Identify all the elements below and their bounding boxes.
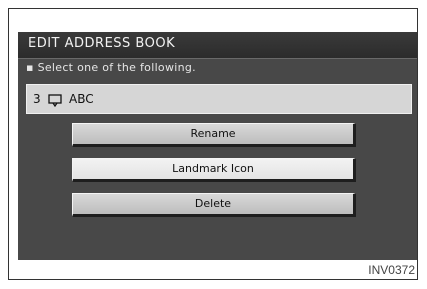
screen-title: EDIT ADDRESS BOOK — [28, 36, 176, 51]
entry-number: 3 — [33, 92, 41, 106]
rename-button[interactable]: Rename — [72, 123, 356, 147]
bullet-icon: ▪ — [26, 61, 38, 74]
delete-button[interactable]: Delete — [72, 193, 356, 217]
instruction-text: ▪ Select one of the following. — [26, 61, 196, 74]
figure-code: INV0372 — [368, 263, 415, 277]
landmark-icon-button[interactable]: Landmark Icon — [72, 158, 356, 182]
instruction-label: Select one of the following. — [37, 61, 196, 74]
address-entry: 3 ABC — [26, 84, 412, 114]
landmark-icon — [48, 94, 62, 107]
nav-screen: EDIT ADDRESS BOOK ▪ Select one of the fo… — [18, 32, 417, 260]
entry-name: ABC — [69, 92, 94, 106]
title-bar: EDIT ADDRESS BOOK — [18, 32, 417, 59]
